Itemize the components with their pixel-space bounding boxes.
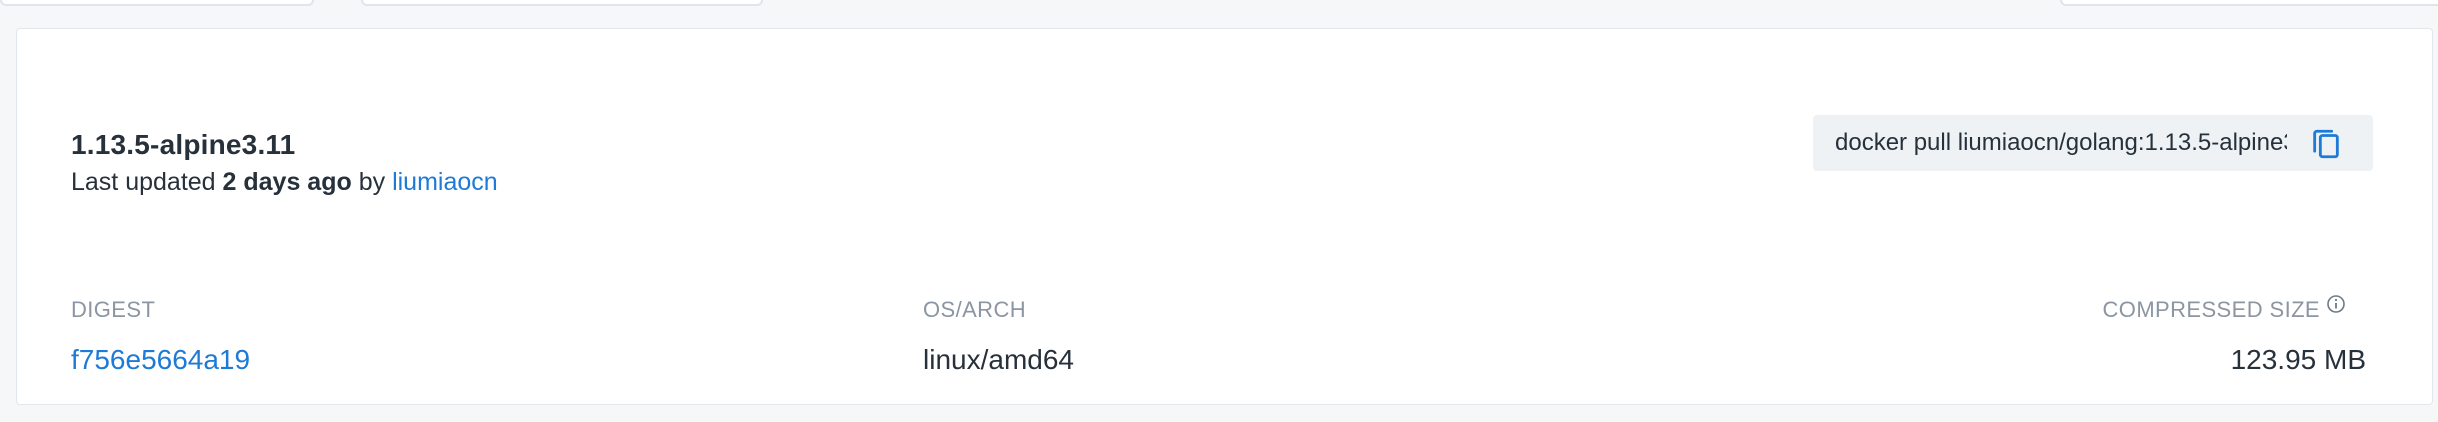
filter-control[interactable] [0, 0, 314, 6]
pull-command-box: docker pull liumiaocn/golang:1.13.5-alpi… [1813, 115, 2373, 171]
search-control[interactable] [361, 0, 763, 6]
updated-prefix: Last updated [71, 168, 216, 196]
digest-link[interactable]: f756e5664a19 [71, 344, 250, 376]
os-arch-value: linux/amd64 [923, 344, 1074, 375]
pull-command-text[interactable]: docker pull liumiaocn/golang:1.13.5-alpi… [1835, 115, 2287, 171]
updated-when: 2 days ago [222, 168, 352, 196]
digest-label: DIGEST [71, 297, 156, 322]
last-updated-line: Last updated 2 days ago by liumiaocn [71, 168, 498, 197]
info-icon[interactable] [2326, 294, 2346, 314]
compressed-size-label-group: COMPRESSED SIZE [2102, 294, 2346, 323]
copy-icon[interactable] [2309, 127, 2343, 161]
sort-control[interactable] [2060, 0, 2438, 6]
compressed-size-value: 123.95 MB [2230, 344, 2366, 375]
compressed-size-label: COMPRESSED SIZE [2102, 297, 2320, 322]
top-controls-strip [0, 0, 2438, 10]
tag-name: 1.13.5-alpine3.11 [71, 129, 296, 160]
tag-card: 1.13.5-alpine3.11 Last updated 2 days ag… [16, 28, 2433, 405]
os-arch-label: OS/ARCH [923, 297, 1027, 322]
updated-user-link[interactable]: liumiaocn [392, 168, 498, 196]
updated-by-word: by [358, 168, 386, 196]
